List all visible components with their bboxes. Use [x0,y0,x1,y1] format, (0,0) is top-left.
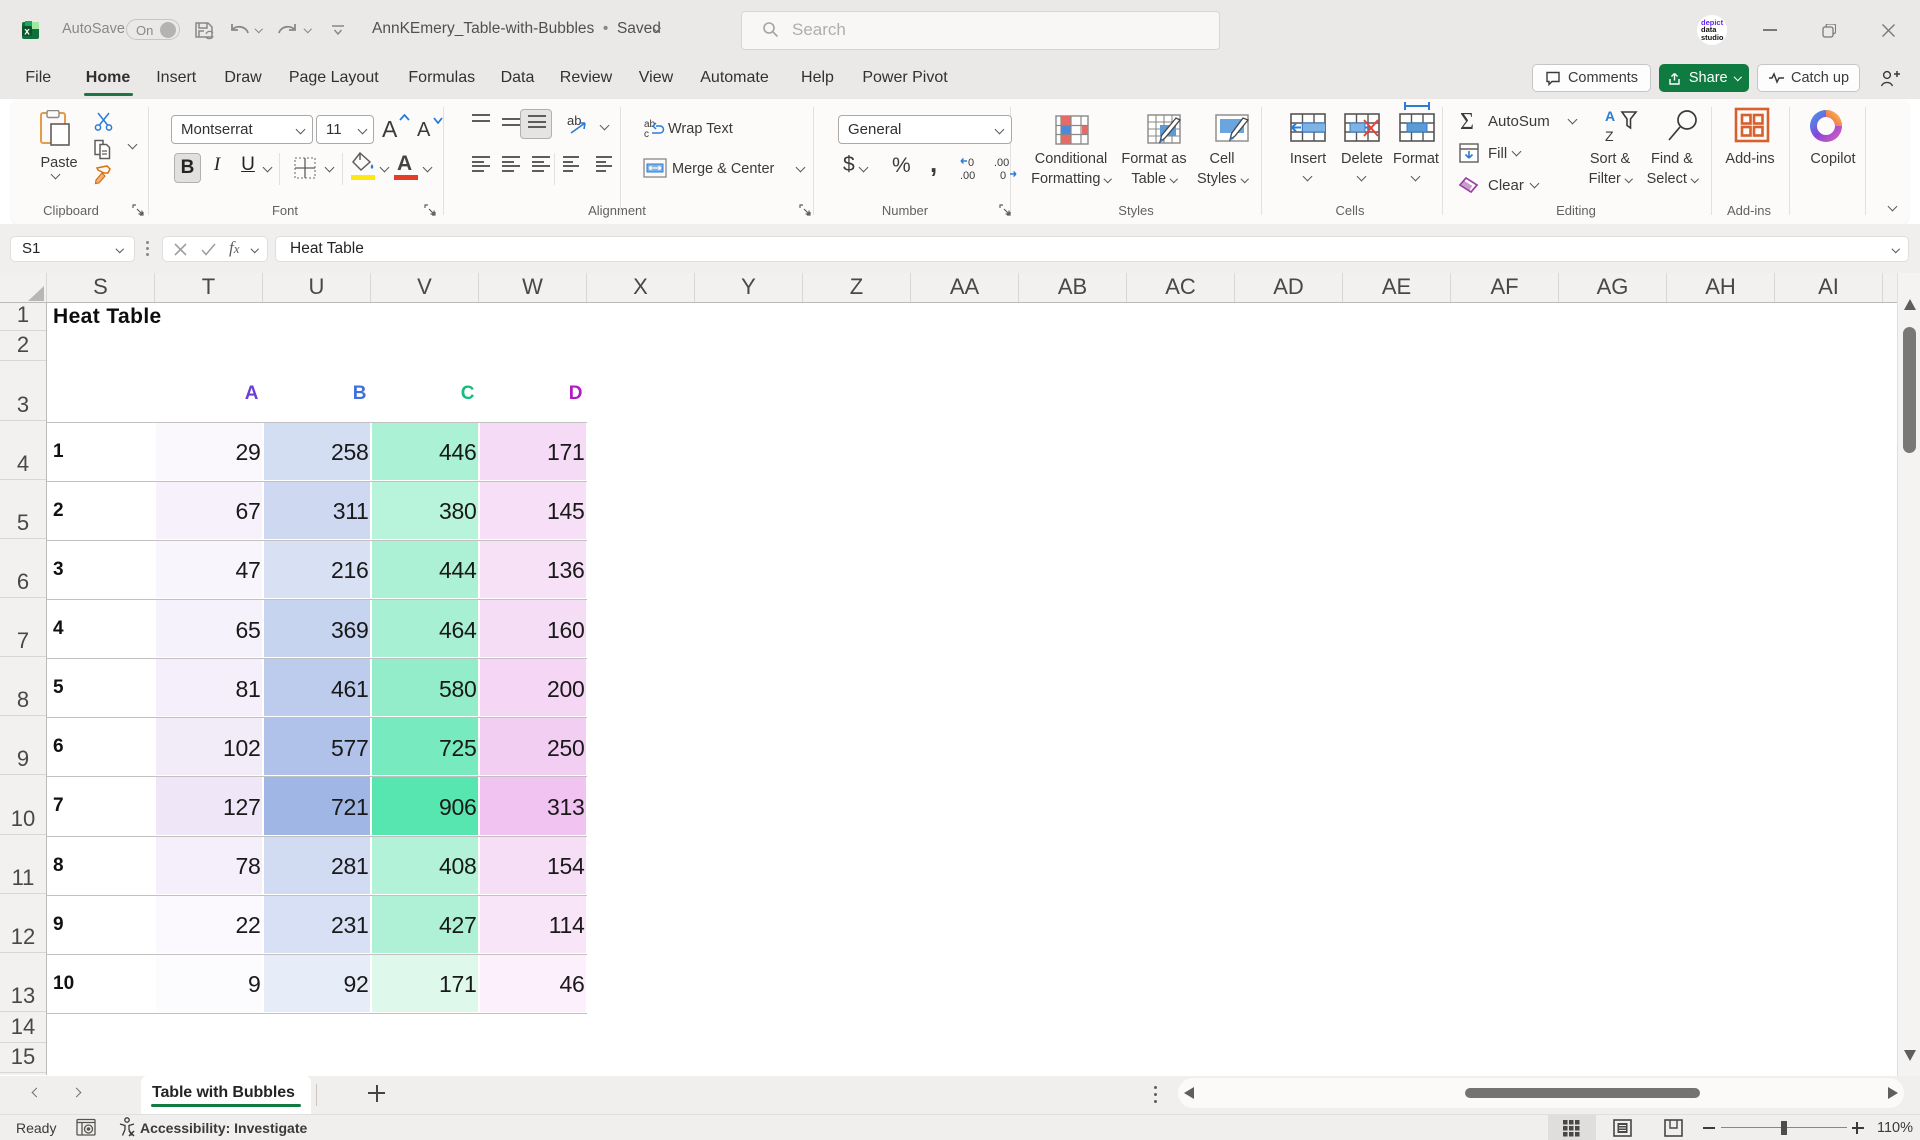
svg-text:ab: ab [567,113,581,128]
svg-text:Z: Z [1605,128,1614,144]
svg-text:A: A [1605,108,1615,124]
svg-text:x: x [24,27,30,38]
svg-text:0: 0 [968,157,974,169]
svg-text:c: c [644,129,649,138]
svg-text:.00: .00 [960,170,975,181]
